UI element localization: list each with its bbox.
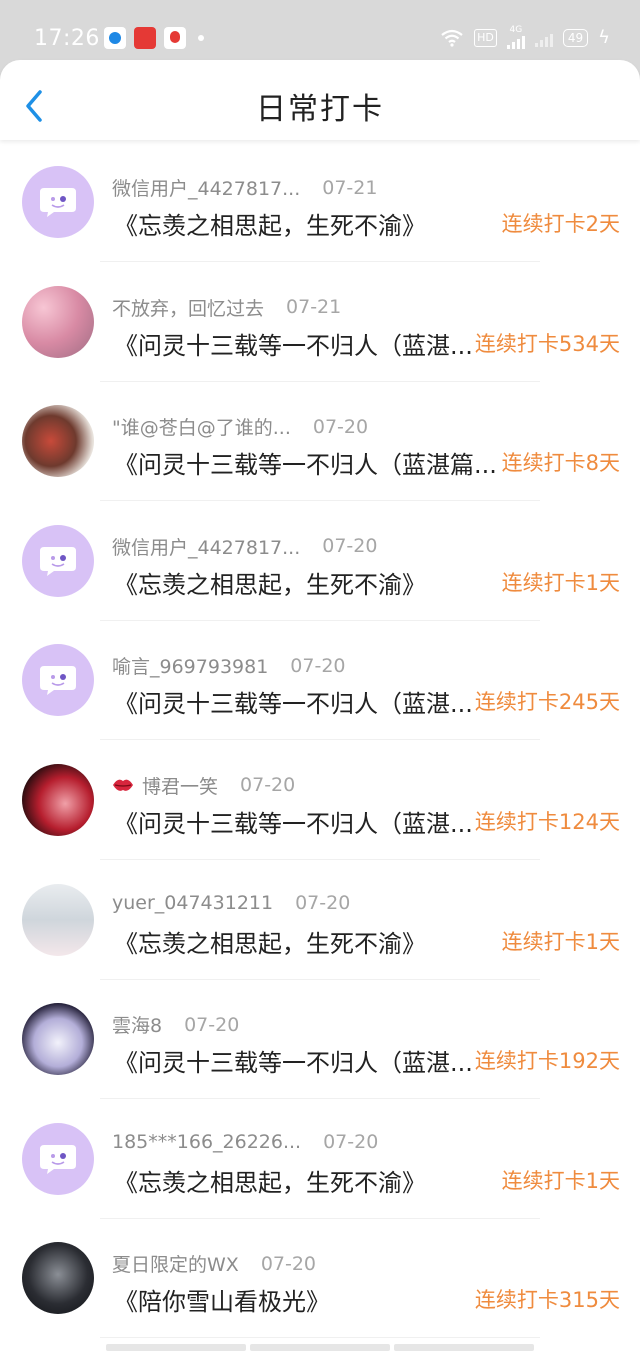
entry-date: 07-20 (295, 891, 351, 914)
avatar[interactable] (22, 883, 94, 956)
notification-icons (104, 27, 204, 49)
entry-content[interactable]: 《问灵十三载等一不归人（蓝湛篇... (114, 445, 497, 480)
entry-date: 07-20 (290, 654, 346, 677)
signal-2-icon (534, 29, 553, 47)
list-item[interactable]: 博君一笑 07-20 《问灵十三载等一不归人（蓝湛... 连续打卡124天 (0, 740, 640, 860)
battery-icon: 49 (562, 28, 589, 47)
entry-date: 07-21 (286, 296, 342, 319)
app-notification-icon (104, 27, 126, 49)
entry-date: 07-20 (184, 1013, 240, 1036)
entry-content[interactable]: 《忘羡之相思起，生死不渝》 (114, 1163, 426, 1198)
entry-meta: 博君一笑 07-20 (112, 772, 295, 799)
entry-meta: 微信用户_4427817... 07-20 (112, 533, 377, 560)
page-title: 日常打卡 (256, 92, 384, 127)
entry-date: 07-20 (322, 535, 378, 558)
entry-meta: "谁@苍白@了谁的... 07-20 (112, 413, 368, 440)
charging-icon: ϟ (598, 27, 610, 48)
username[interactable]: 喻言_969793981 (112, 652, 268, 679)
avatar[interactable] (22, 285, 94, 358)
avatar[interactable] (22, 1003, 94, 1076)
username[interactable]: "谁@苍白@了谁的... (112, 413, 291, 440)
avatar[interactable] (22, 763, 94, 836)
streak-label: 连续打卡1天 (501, 929, 620, 954)
checkin-list: 微信用户_4427817... 07-21 《忘羡之相思起，生死不渝》 连续打卡2天不… (0, 142, 640, 1339)
avatar[interactable] (22, 644, 94, 717)
entry-content[interactable]: 《问灵十三载等一不归人（蓝湛... (114, 804, 473, 839)
streak-label: 连续打卡534天 (474, 331, 620, 356)
hd-badge: HD (474, 28, 497, 47)
username[interactable]: yuer_047431211 (112, 892, 273, 914)
entry-date: 07-20 (312, 415, 369, 438)
streak-label: 连续打卡124天 (474, 809, 620, 834)
entry-date: 07-20 (323, 1130, 379, 1153)
avatar[interactable] (22, 524, 94, 597)
avatar[interactable] (22, 405, 94, 478)
entry-content[interactable]: 《忘羡之相思起，生死不渝》 (114, 924, 426, 959)
wifi-icon (441, 29, 463, 47)
chat-bubble-icon (40, 1144, 76, 1174)
entry-content[interactable]: 《问灵十三载等一不归人（蓝湛... (114, 1043, 473, 1078)
username[interactable]: 微信用户_4427817... (112, 174, 300, 201)
tab-segment (394, 1344, 534, 1351)
app-notification-icon (134, 27, 156, 49)
network-type: 4G (509, 25, 523, 35)
username[interactable]: 雲海8 (112, 1011, 162, 1038)
streak-label: 连续打卡192天 (474, 1049, 620, 1074)
tab-segment (250, 1344, 390, 1351)
username[interactable]: 夏日限定的WX (112, 1250, 239, 1277)
signal-icon (506, 35, 525, 49)
entry-content[interactable]: 《陪你雪山看极光》 (114, 1282, 330, 1317)
streak-label: 连续打卡1天 (501, 570, 620, 595)
entry-meta: 雲海8 07-20 (112, 1011, 239, 1038)
list-item[interactable]: yuer_047431211 07-20 《忘羡之相思起，生死不渝》 连续打卡1天 (0, 860, 640, 980)
list-item[interactable]: 夏日限定的WX 07-20 《陪你雪山看极光》 连续打卡315天 (0, 1218, 640, 1339)
map-notification-icon (164, 27, 186, 49)
streak-label: 连续打卡2天 (501, 212, 620, 236)
chat-bubble-icon (40, 188, 76, 217)
avatar[interactable] (22, 1122, 94, 1195)
streak-label: 连续打卡1天 (501, 1168, 620, 1193)
entry-content[interactable]: 《问灵十三载等一不归人（蓝湛... (114, 684, 473, 719)
bottom-tab-strip (106, 1344, 534, 1351)
chat-bubble-icon (40, 666, 76, 696)
entry-meta: 185***166_26226... 07-20 (112, 1131, 378, 1153)
streak-label: 连续打卡315天 (474, 1288, 620, 1313)
entry-date: 07-20 (240, 774, 296, 797)
username[interactable]: 185***166_26226... (112, 1131, 301, 1153)
entry-meta: 微信用户_4427817... 07-21 (112, 174, 377, 201)
list-item[interactable]: 不放弃，回忆过去 07-21 《问灵十三载等一不归人（蓝湛... 连续打卡534天 (0, 262, 640, 382)
header: 日常打卡 (0, 60, 640, 140)
list-item[interactable]: 185***166_26226... 07-20 《忘羡之相思起，生死不渝》 连续打卡… (0, 1099, 640, 1219)
entry-date: 07-20 (260, 1252, 317, 1275)
chat-bubble-icon (40, 546, 76, 576)
streak-label: 连续打卡245天 (474, 690, 620, 715)
entry-content[interactable]: 《忘羡之相思起，生死不渝》 (114, 206, 426, 241)
list-item[interactable]: 微信用户_4427817... 07-21 《忘羡之相思起，生死不渝》 连续打卡2天 (0, 142, 640, 262)
avatar[interactable] (22, 1242, 94, 1315)
username[interactable]: 博君一笑 (142, 772, 218, 799)
lips-icon (113, 780, 133, 792)
tab-segment (106, 1344, 246, 1351)
system-status: HD 4G 49 ϟ (440, 26, 610, 49)
divider (100, 1337, 540, 1339)
avatar[interactable] (22, 166, 94, 238)
status-time: 17:26 (34, 26, 100, 51)
list-item[interactable]: "谁@苍白@了谁的... 07-20 《问灵十三载等一不归人（蓝湛篇... 连续打卡8… (0, 381, 640, 502)
entry-meta: 不放弃，回忆过去 07-21 (112, 294, 341, 321)
list-item[interactable]: 喻言_969793981 07-20 《问灵十三载等一不归人（蓝湛... 连续打卡24… (0, 620, 640, 741)
entry-meta: 喻言_969793981 07-20 (112, 652, 346, 679)
username[interactable]: 微信用户_4427817... (112, 533, 300, 560)
list-item[interactable]: 雲海8 07-20 《问灵十三载等一不归人（蓝湛... 连续打卡192天 (0, 979, 640, 1100)
entry-meta: 夏日限定的WX 07-20 (112, 1250, 316, 1277)
entry-content[interactable]: 《忘羡之相思起，生死不渝》 (114, 565, 426, 600)
username[interactable]: 不放弃，回忆过去 (112, 294, 264, 321)
entry-date: 07-21 (322, 176, 378, 199)
list-item[interactable]: 微信用户_4427817... 07-20 《忘羡之相思起，生死不渝》 连续打卡1天 (0, 501, 640, 621)
streak-label: 连续打卡8天 (501, 451, 620, 476)
entry-content[interactable]: 《问灵十三载等一不归人（蓝湛... (114, 326, 473, 361)
entry-meta: yuer_047431211 07-20 (112, 892, 350, 914)
more-notifications-icon (198, 35, 204, 41)
